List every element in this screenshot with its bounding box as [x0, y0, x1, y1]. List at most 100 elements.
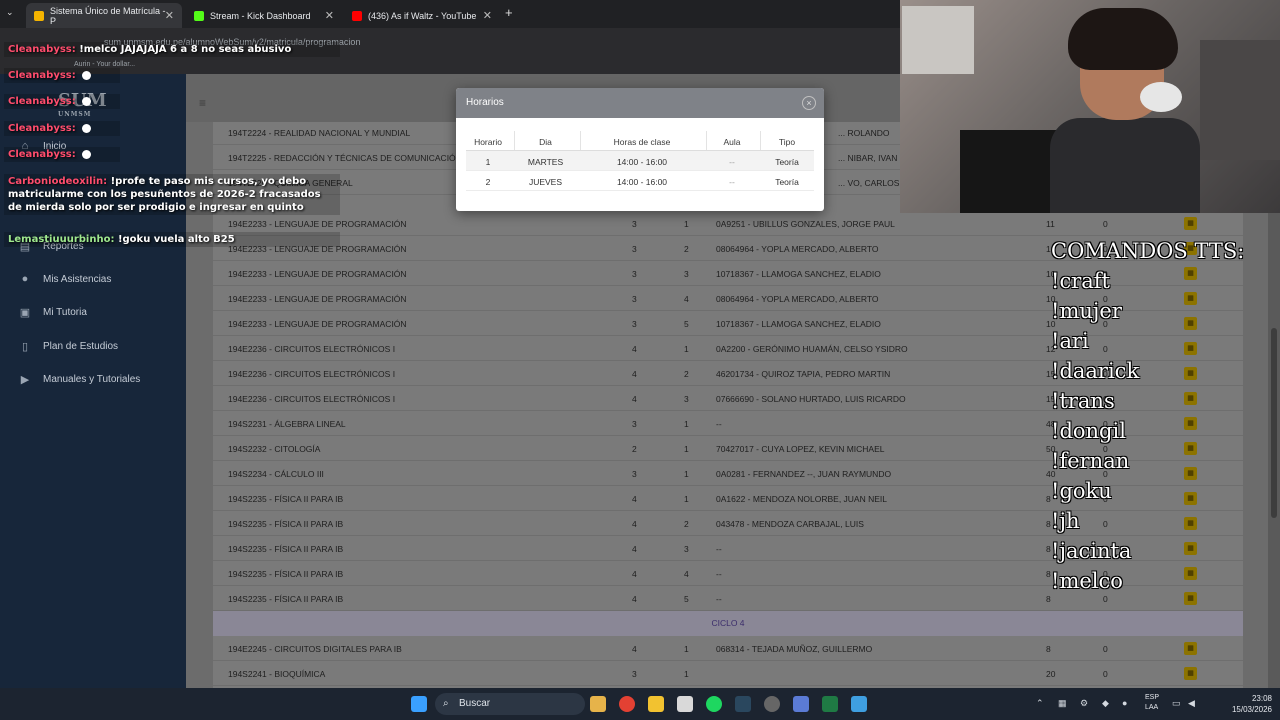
webcam-person-body [1050, 118, 1200, 213]
file-explorer-icon[interactable] [648, 696, 664, 712]
cell-credits: 3 [632, 419, 637, 429]
tts-command: !craft [1051, 269, 1110, 293]
header-dia: Dia [539, 137, 552, 147]
page-scrollbar[interactable] [1268, 213, 1280, 688]
calendar-icon[interactable]: ▦ [1184, 642, 1197, 655]
cell-enrolled: 0 [1103, 644, 1108, 654]
cell-course: 194T2225 - REDACCIÓN Y TÉCNICAS DE COMUN… [228, 153, 462, 163]
logo-subtext: UNMSM [58, 111, 92, 118]
tab-youtube[interactable]: (436) As if Waltz - YouTube ✕ [344, 3, 500, 28]
tab-title: (436) As if Waltz - YouTube [368, 10, 477, 21]
sidebar-item-asistencias[interactable]: ● Mis Asistencias [18, 273, 112, 285]
obs-icon[interactable] [764, 696, 780, 712]
tab-search-chevron-icon[interactable]: ⌄ [6, 7, 14, 18]
cell-section: 1 [684, 344, 689, 354]
person-board-icon: ▣ [19, 307, 31, 319]
cell-course: 194E2233 - LENGUAJE DE PROGRAMACIÓN [228, 294, 407, 304]
tab-kick[interactable]: Stream - Kick Dashboard ✕ [186, 3, 342, 28]
close-tab-icon[interactable]: ✕ [483, 9, 492, 22]
tray-icon[interactable]: ▦ [1058, 698, 1067, 709]
chevron-up-icon[interactable]: ⌃ [1036, 698, 1044, 709]
cell-course: 194T2224 - REALIDAD NACIONAL Y MUNDIAL [228, 128, 411, 138]
cell-teacher: 068314 - TEJADA MUÑOZ, GUILLERMO [716, 644, 873, 654]
taskbar-search[interactable]: ⌕ Buscar [435, 693, 585, 715]
search-icon: ⌕ [443, 698, 449, 709]
cell-course: 194S2235 - FÍSICA II PARA IB [228, 544, 344, 554]
cell-teacher: 07666690 - SOLANO HURTADO, LUIS RICARDO [716, 394, 906, 404]
bookmark-item[interactable]: Aurin - Your dollar... [74, 61, 135, 68]
cell-teacher: 0A1622 - MENDOZA NOLORBE, JUAN NEIL [716, 494, 887, 504]
cell-course: 194E2245 - CIRCUITOS DIGITALES PARA IB [228, 644, 402, 654]
cell-section: 1 [684, 644, 689, 654]
language-indicator[interactable]: ESP LAA [1145, 693, 1159, 713]
cell-credits: 4 [632, 594, 637, 604]
scrollbar-thumb[interactable] [1271, 328, 1277, 518]
excel-icon[interactable] [822, 696, 838, 712]
store-icon[interactable] [677, 696, 693, 712]
tts-command: !dongil [1051, 419, 1126, 443]
cell-teacher: -- [716, 419, 722, 429]
sidebar-item-plan[interactable]: ▯ Plan de Estudios [18, 340, 118, 354]
horario-row: 2 JUEVES 14:00 - 16:00 -- Teoría [466, 171, 814, 191]
spotify-icon[interactable] [706, 696, 722, 712]
cell-course: 194E2236 - CIRCUITOS ELECTRÓNICOS I [228, 344, 396, 354]
header-tipo: Tipo [778, 137, 796, 147]
cell-course: 194E2236 - CIRCUITOS ELECTRÓNICOS I [228, 369, 396, 379]
close-icon[interactable]: × [802, 96, 816, 110]
cell-teacher: 10718367 - LLAMOGA SANCHEZ, ELADIO [716, 319, 881, 329]
cell-section: 2 [684, 519, 689, 529]
cell-course: 194E2233 - LENGUAJE DE PROGRAMACIÓN [228, 319, 407, 329]
sidebar-item-manuales[interactable]: ▶ Manuales y Tutoriales [18, 373, 141, 387]
header-horas: Horas de clase [613, 137, 671, 147]
tray-icon[interactable]: ⚙ [1080, 698, 1088, 709]
cell-teacher: 10718367 - LLAMOGA SANCHEZ, ELADIO [716, 269, 881, 279]
sidebar: SUM UNMSM ⌂ Inicio ▤ Reportes ● Mis Asis… [0, 74, 186, 688]
notepad-icon[interactable] [851, 696, 867, 712]
sidebar-item-label: Mi Tutoria [43, 306, 87, 318]
cell-course: 194S2234 - CÁLCULO III [228, 469, 324, 479]
cell-teacher: 46201734 - QUIROZ TAPIA, PEDRO MARTIN [716, 369, 891, 379]
sidebar-item-label: Mis Asistencias [43, 273, 112, 285]
app-icon[interactable] [793, 696, 809, 712]
cell-section: 1 [684, 444, 689, 454]
cell-section: 3 [684, 269, 689, 279]
close-tab-icon[interactable]: ✕ [165, 9, 174, 22]
windows-start-icon[interactable] [411, 696, 427, 712]
table-row: 194E2233 - LENGUAJE DE PROGRAMACIÓN 3 1 0A9… [213, 211, 1243, 236]
cell-credits: 3 [632, 219, 637, 229]
network-icon[interactable]: ▭ [1172, 698, 1181, 709]
lang-code: ESP [1145, 694, 1160, 701]
menu-toggle-icon[interactable]: ≡ [199, 96, 206, 110]
cell-course: 194S2235 - FÍSICA II PARA IB [228, 519, 344, 529]
cell-section: 1 [684, 219, 689, 229]
webcam-shelf [1200, 40, 1280, 160]
tab-sum[interactable]: Sistema Único de Matrícula - P ✕ [26, 3, 182, 28]
new-tab-button[interactable]: + [505, 5, 513, 20]
webcam-headset [1140, 82, 1182, 112]
calendar-icon[interactable]: ▦ [1184, 217, 1197, 230]
steam-icon[interactable] [735, 696, 751, 712]
microphone-icon[interactable]: ● [1122, 698, 1127, 708]
chrome-icon[interactable] [619, 696, 635, 712]
chat-username: Cleanabyss: [8, 70, 76, 81]
chat-text: !melco JAJAJAJA 6 a 8 no seas abusivo [79, 44, 292, 55]
chat-username: Lemastiuuurbinho: [8, 234, 115, 245]
app-icon[interactable] [590, 696, 606, 712]
sidebar-item-tutoria[interactable]: ▣ Mi Tutoria [18, 306, 87, 320]
modal-title: Horarios [466, 97, 504, 108]
horarios-table: Horario Dia Horas de clase Aula Tipo 1 M… [466, 131, 814, 191]
chat-username: Carboniodeoxilin: [8, 176, 108, 187]
calendar-icon[interactable]: ▦ [1184, 667, 1197, 680]
cell-teacher: 0A2200 - GERÓNIMO HUAMÁN, CELSO YSIDRO [716, 344, 908, 354]
cell-aula: -- [729, 177, 735, 187]
volume-icon[interactable]: ◀ [1188, 698, 1195, 709]
windows-taskbar: ⌕ Buscar ⌃ ▦ ⚙ ◆ ● ESP LAA ▭ ◀ 23:08 15/… [0, 688, 1280, 720]
cell-teacher: -- [716, 544, 722, 554]
cell-tipo: Teoría [775, 157, 799, 167]
tray-icon[interactable]: ◆ [1102, 698, 1109, 709]
cell-credits: 4 [632, 544, 637, 554]
cell-credits: 4 [632, 369, 637, 379]
cell-credits: 3 [632, 294, 637, 304]
system-clock[interactable]: 23:08 15/03/2026 [1232, 693, 1272, 715]
close-tab-icon[interactable]: ✕ [325, 9, 334, 22]
